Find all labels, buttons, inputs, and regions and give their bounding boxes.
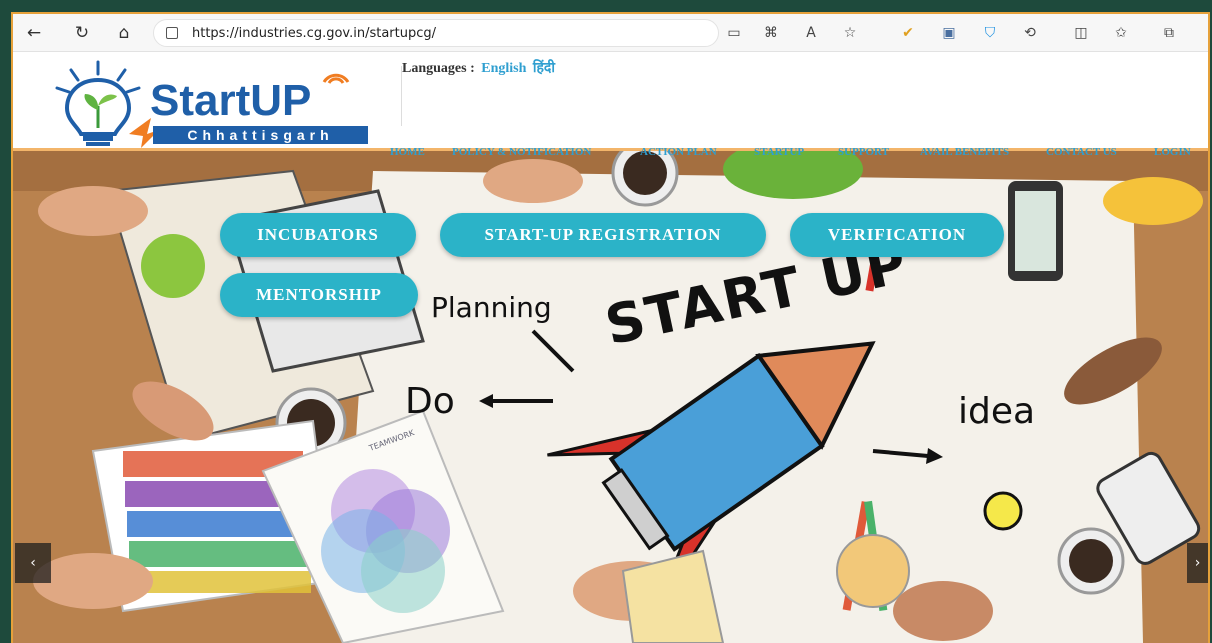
lang-hindi-link[interactable]: हिंदी xyxy=(533,61,555,76)
read-aloud-icon[interactable]: A xyxy=(800,22,822,44)
extension-box-icon[interactable]: ▣ xyxy=(938,22,960,44)
menu-item-policy[interactable]: POLICY & NOTIFICATION xyxy=(452,146,591,158)
app-grid-icon[interactable]: ⌘ xyxy=(760,22,782,44)
browser-toolbar: ← ↻ ⌂ https://industries.cg.gov.in/start… xyxy=(13,14,1208,52)
site-info-icon[interactable] xyxy=(166,27,178,39)
reload-icon[interactable]: ↻ xyxy=(69,20,95,46)
back-icon[interactable]: ← xyxy=(21,20,47,46)
do-label: Do xyxy=(405,381,455,422)
wifi-signal-icon xyxy=(322,73,350,84)
mentorship-button[interactable]: MENTORSHIP xyxy=(220,273,418,317)
split-screen-icon[interactable]: ◫ xyxy=(1070,22,1092,44)
verification-button[interactable]: VERIFICATION xyxy=(790,213,1004,257)
menu-item-support[interactable]: SUPPORT xyxy=(838,146,889,158)
logo-tagline: Chhattisgarh xyxy=(153,126,368,144)
menu-item-action-plan[interactable]: ACTION PLAN xyxy=(640,146,717,158)
language-selector: Languages : English हिंदी xyxy=(402,58,555,77)
idea-label: idea xyxy=(958,391,1036,432)
logo-title: StartUP xyxy=(150,76,312,125)
carousel-next-button[interactable]: › xyxy=(1187,543,1208,583)
languages-label: Languages : xyxy=(402,61,475,76)
address-bar[interactable]: https://industries.cg.gov.in/startupcg/ xyxy=(153,19,719,47)
startup-cg-logo[interactable]: StartUP Chhattisgarh xyxy=(43,58,378,148)
home-icon[interactable]: ⌂ xyxy=(111,20,137,46)
collections-icon[interactable]: ⧉ xyxy=(1158,22,1180,44)
menu-item-contact[interactable]: CONTACT US xyxy=(1046,146,1117,158)
extensions-puzzle-icon[interactable]: ⟲ xyxy=(1019,22,1041,44)
lang-english-link[interactable]: English xyxy=(481,61,526,76)
menu-item-home[interactable]: HOME xyxy=(390,146,425,158)
hero-banner: START UP Planning Do idea TEAMWORK INCUB… xyxy=(13,151,1208,643)
carousel-prev-button[interactable]: ‹ xyxy=(15,543,51,583)
menu-item-login[interactable]: LOGIN xyxy=(1154,146,1191,158)
extension-shield-icon[interactable]: ⛉ xyxy=(979,22,1001,44)
incubators-button[interactable]: INCUBATORS xyxy=(220,213,416,257)
url-text: https://industries.cg.gov.in/startupcg/ xyxy=(192,25,437,41)
extension-check-icon[interactable]: ✔ xyxy=(897,22,919,44)
menu-item-avail-benefits[interactable]: AVAIL BENEFITS xyxy=(920,146,1009,158)
planning-label: Planning xyxy=(431,291,552,324)
main-menu: HOME POLICY & NOTIFICATION ACTION PLAN S… xyxy=(378,146,1208,166)
menu-item-startup[interactable]: STARTUP xyxy=(754,146,804,158)
bulb-logo-icon xyxy=(55,60,159,148)
favorite-star-icon[interactable]: ☆ xyxy=(839,22,861,44)
startup-registration-button[interactable]: START-UP REGISTRATION xyxy=(440,213,766,257)
favorites-icon[interactable]: ✩ xyxy=(1110,22,1132,44)
site-header: StartUP Chhattisgarh Languages : English… xyxy=(13,52,1208,150)
reader-view-icon[interactable]: ▭ xyxy=(723,22,745,44)
